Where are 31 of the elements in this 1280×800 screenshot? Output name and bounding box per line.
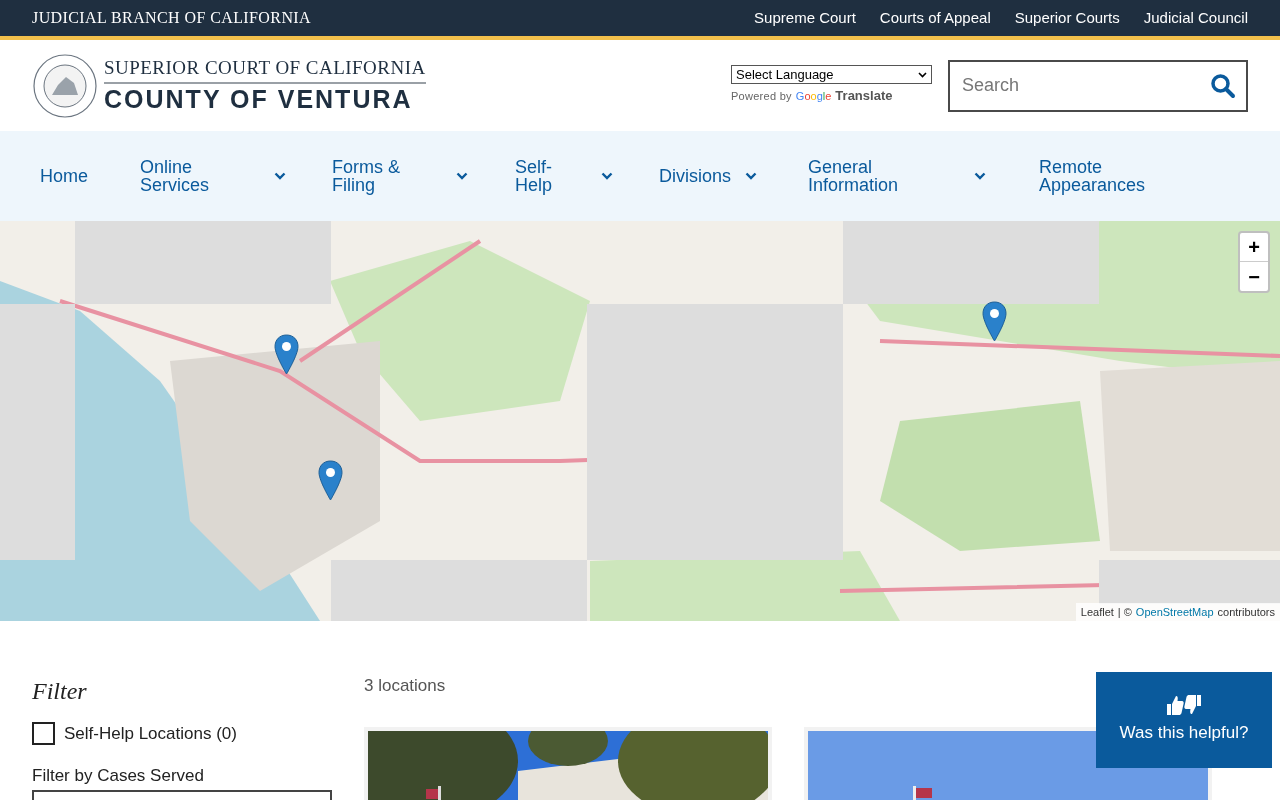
top-link[interactable]: Superior Courts bbox=[1014, 6, 1120, 30]
cases-filter-label: Filter by Cases Served bbox=[32, 764, 205, 787]
checkbox-label: Self-Help Locations (0) bbox=[64, 723, 237, 745]
nav-item[interactable]: Self-Help bbox=[515, 158, 659, 194]
filter-heading: Filter bbox=[32, 677, 88, 706]
powered-by-text: Powered by bbox=[731, 88, 792, 104]
leaflet-link[interactable]: Leaflet bbox=[1080, 603, 1114, 621]
attribution-text: contributors bbox=[1217, 605, 1275, 620]
search-field[interactable]: Search bbox=[948, 59, 1248, 112]
nav-item[interactable]: Home bbox=[40, 167, 140, 185]
top-link[interactable]: Judicial Council bbox=[1143, 6, 1248, 30]
openstreetmap-link[interactable]: OpenStreetMap bbox=[1135, 603, 1214, 621]
zoom-in-button[interactable]: + bbox=[1240, 233, 1268, 262]
county-name: COUNTY OF VENTURA bbox=[104, 83, 414, 115]
translate-link[interactable]: Translate bbox=[835, 86, 893, 106]
nav-item[interactable]: Forms & Filing bbox=[332, 158, 515, 194]
zoom-out-button[interactable]: − bbox=[1240, 262, 1268, 291]
top-link[interactable]: Supreme Court bbox=[754, 6, 856, 30]
nav-item[interactable]: General Information bbox=[808, 158, 1039, 194]
map[interactable]: + − Leaflet | © OpenStreetMap contributors bbox=[0, 221, 1280, 621]
feedback-toast[interactable]: Was this helpful? bbox=[1096, 672, 1272, 768]
nav-item[interactable]: Remote Appearances bbox=[1039, 158, 1189, 194]
language-select[interactable]: Select Language bbox=[731, 65, 932, 85]
google-logo: Google bbox=[795, 88, 832, 104]
court-name: SUPERIOR COURT OF CALIFORNIA bbox=[104, 56, 426, 84]
site-title: JUDICIAL BRANCH OF CALIFORNIA bbox=[32, 8, 312, 28]
top-link[interactable]: Courts of Appeal bbox=[879, 6, 991, 30]
nav-item[interactable]: Divisions bbox=[659, 167, 808, 185]
attribution-separator: | © bbox=[1117, 605, 1132, 620]
nav-item[interactable]: Online Services bbox=[140, 158, 332, 194]
locations-count: 3 locations bbox=[364, 675, 447, 697]
